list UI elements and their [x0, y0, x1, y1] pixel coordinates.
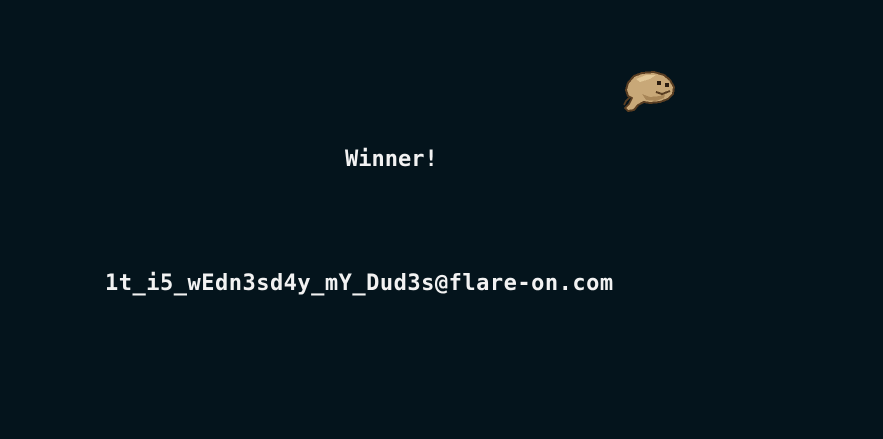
frog-icon [620, 70, 676, 112]
winner-message: Winner! [345, 147, 438, 172]
flag-email: 1t_i5_wEdn3sd4y_mY_Dud3s@flare-on.com [105, 271, 614, 296]
game-screen: Winner! 1t_i5_wEdn3sd4y_mY_Dud3s@flare-o… [0, 0, 883, 439]
